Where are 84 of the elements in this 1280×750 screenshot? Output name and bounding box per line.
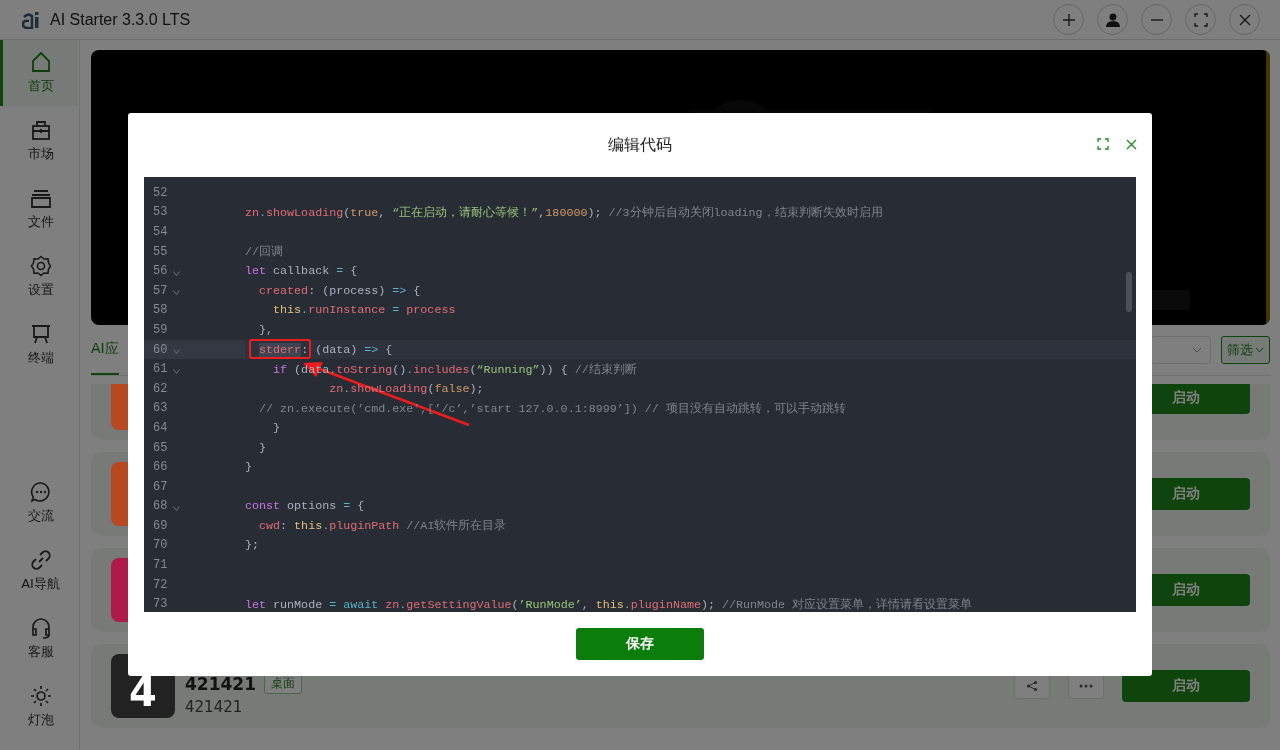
close-icon bbox=[1237, 12, 1252, 27]
link-icon bbox=[29, 549, 52, 571]
line-number: 59 bbox=[153, 322, 168, 337]
close-button[interactable] bbox=[1124, 137, 1138, 151]
line-number: 63 bbox=[153, 401, 168, 416]
headset-icon bbox=[29, 617, 52, 639]
code-line: let runMode = await zn.getSettingValue(’RunMode’, this.pluginName); //RunMode 对应设置菜单，详情请看设置菜单 bbox=[245, 596, 973, 612]
fold-icon[interactable] bbox=[173, 368, 181, 374]
minimize-icon bbox=[1149, 18, 1164, 21]
tab[interactable]: AI应 bbox=[91, 325, 119, 375]
share-icon bbox=[1026, 680, 1038, 692]
fold-icon[interactable] bbox=[173, 290, 181, 296]
code-line: } bbox=[245, 460, 252, 475]
sidebar-item[interactable]: 交流 bbox=[0, 470, 78, 536]
line-number: 69 bbox=[153, 518, 168, 533]
code-line: }, bbox=[258, 322, 274, 337]
line-number: 71 bbox=[153, 558, 168, 573]
chat-icon bbox=[29, 481, 52, 503]
line-number: 65 bbox=[153, 440, 168, 455]
sidebar-item[interactable]: 市场 bbox=[0, 108, 78, 174]
filter-button[interactable]: 筛选 bbox=[1221, 336, 1270, 364]
start-button[interactable]: 启动 bbox=[1122, 670, 1250, 702]
sidebar-item[interactable]: 首页 bbox=[0, 40, 78, 106]
easel-icon bbox=[29, 323, 52, 345]
line-number: 68 bbox=[153, 499, 168, 514]
app-logo bbox=[22, 10, 42, 29]
line-number: 66 bbox=[153, 460, 168, 475]
line-number: 52 bbox=[153, 185, 168, 200]
sidebar-item[interactable]: 客服 bbox=[0, 606, 78, 672]
code-line: stderr: (data) => { bbox=[258, 342, 393, 357]
line-number: 61 bbox=[153, 362, 168, 377]
code-line: }; bbox=[245, 538, 260, 553]
line-number: 60 bbox=[153, 342, 168, 357]
close-icon bbox=[1125, 138, 1137, 150]
line-number: 53 bbox=[153, 205, 168, 220]
code-line: let callback = { bbox=[245, 264, 358, 279]
sidebar-item[interactable]: 设置 bbox=[0, 244, 78, 310]
code-line: created: (process) => { bbox=[258, 283, 421, 298]
line-number: 70 bbox=[153, 538, 168, 553]
sidebar-item[interactable]: 灯泡 bbox=[0, 674, 78, 740]
window-title: AI Starter 3.3.0 LTS bbox=[50, 10, 191, 29]
sidebar-item[interactable]: 终端 bbox=[0, 312, 78, 378]
line-number: 58 bbox=[153, 303, 168, 318]
line-number: 73 bbox=[153, 597, 168, 612]
line-number: 67 bbox=[153, 479, 168, 494]
settings-icon bbox=[29, 255, 52, 277]
caret-icon bbox=[1255, 347, 1264, 353]
code-line: //回调 bbox=[245, 244, 284, 260]
line-number: 56 bbox=[153, 264, 168, 279]
line-number: 55 bbox=[153, 244, 168, 259]
fullscreen-icon bbox=[1097, 138, 1109, 150]
save-button[interactable]: 保存 bbox=[576, 628, 704, 660]
line-number: 54 bbox=[153, 225, 168, 239]
caret-icon bbox=[1192, 347, 1202, 353]
filter-label: 筛选 bbox=[1227, 341, 1253, 359]
sidebar-item[interactable]: AI导航 bbox=[0, 538, 78, 604]
code-line: } bbox=[258, 440, 267, 455]
fold-icon[interactable] bbox=[173, 349, 181, 355]
line-number: 57 bbox=[153, 283, 168, 298]
line-number: 72 bbox=[153, 577, 168, 592]
fullscreen-icon bbox=[1193, 12, 1208, 27]
bag-icon bbox=[29, 119, 52, 141]
dialog-title: 编辑代码 bbox=[608, 134, 672, 156]
fold-icon[interactable] bbox=[173, 505, 181, 511]
stack-icon bbox=[29, 187, 52, 209]
app-subtitle: 421421 bbox=[185, 698, 244, 716]
code-line: const options = { bbox=[245, 499, 365, 514]
home-icon bbox=[29, 51, 52, 73]
code-line: cwd: this.pluginPath //AI软件所在目录 bbox=[258, 518, 507, 534]
code-line: zn.showLoading(true, “正在启动，请耐心等候！”,180000); //3分钟后自动关闭loading，结束判断失效时启用 bbox=[245, 204, 883, 220]
code-line: this.runInstance = process bbox=[272, 303, 456, 318]
fullscreen-button[interactable] bbox=[1096, 137, 1110, 151]
sidebar-item[interactable]: 文件 bbox=[0, 176, 78, 242]
fold-icon[interactable] bbox=[173, 270, 181, 276]
user-icon bbox=[1104, 11, 1121, 28]
code-line: } bbox=[272, 420, 281, 435]
plus-icon bbox=[1061, 12, 1076, 27]
annotation-box bbox=[249, 339, 311, 359]
more-icon bbox=[1079, 684, 1093, 688]
line-number: 64 bbox=[153, 420, 168, 435]
app-title: 421421 bbox=[185, 673, 256, 694]
line-number: 62 bbox=[153, 381, 168, 396]
sun-icon bbox=[29, 685, 52, 707]
code-editor[interactable] bbox=[144, 177, 1136, 612]
